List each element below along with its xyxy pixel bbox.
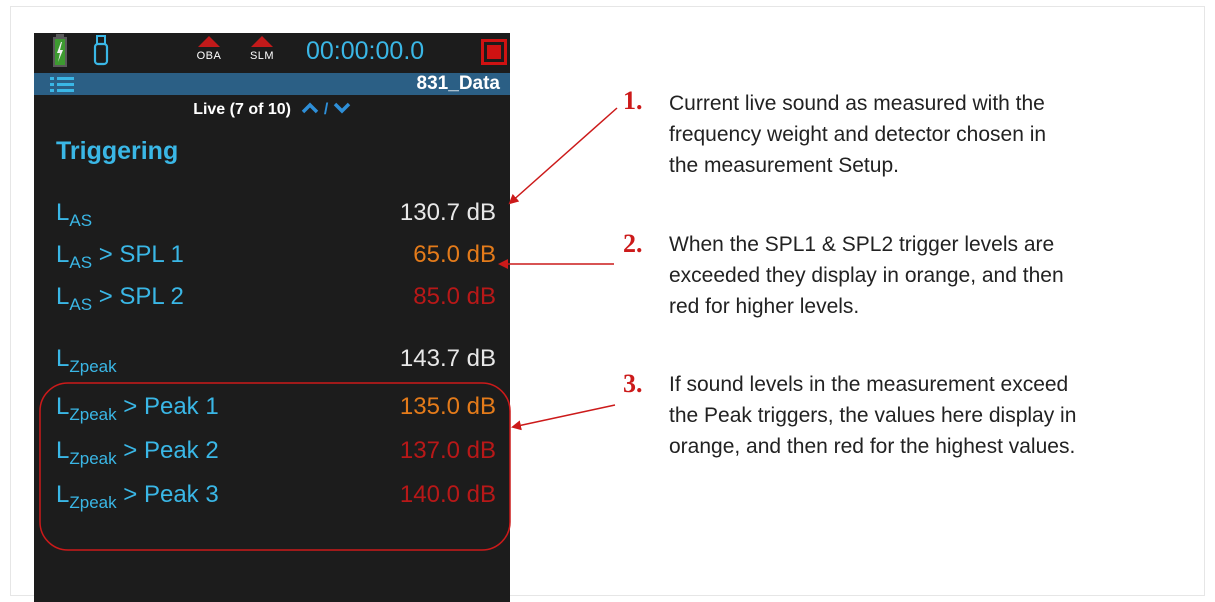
metric-row-lzpeak-peak3: LZpeak > Peak 3 140.0 dB (56, 477, 496, 513)
nav-separator: / (323, 101, 329, 118)
slm-mode-label: SLM (249, 50, 275, 62)
live-page-label: Live (7 of 10) (193, 101, 291, 118)
title-bar: 831_Data (34, 73, 510, 95)
record-stop-icon[interactable] (481, 39, 507, 65)
metric-value: 143.7 dB (399, 345, 496, 372)
slm-mode-icon[interactable]: SLM (243, 36, 281, 70)
metric-row-lzpeak: LZpeak 143.7 dB (56, 341, 496, 377)
callout-3-number: 3. (623, 369, 643, 398)
metric-value: 137.0 dB (399, 437, 496, 464)
callout-3-text: If sound levels in the measurement excee… (669, 373, 1077, 458)
menu-list-icon[interactable] (50, 76, 74, 92)
measurement-timer: 00:00:00.0 (306, 37, 425, 65)
usb-icon (93, 35, 109, 66)
metric-row-lzpeak-peak2: LZpeak > Peak 2 137.0 dB (56, 433, 496, 469)
metric-label: LAS > SPL 2 (56, 283, 184, 314)
oba-mode-label: OBA (196, 50, 222, 62)
metric-label: LAS (56, 199, 93, 230)
metric-value: 135.0 dB (399, 393, 496, 420)
metric-label: LZpeak (56, 345, 117, 376)
callout-1-text: Current live sound as measured with the … (669, 92, 1047, 177)
callout-1-number: 1. (623, 86, 643, 115)
chevron-up-icon[interactable] (301, 99, 319, 121)
metric-row-las: LAS 130.7 dB (56, 195, 496, 231)
metric-row-las-spl1: LAS > SPL 1 65.0 dB (56, 237, 496, 273)
metric-value: 65.0 dB (413, 241, 496, 268)
metric-label: LAS > SPL 1 (56, 241, 184, 272)
chevron-down-icon[interactable] (333, 99, 351, 121)
metric-row-lzpeak-peak1: LZpeak > Peak 1 135.0 dB (56, 389, 496, 425)
battery-icon (53, 37, 67, 67)
callout-2-number: 2. (623, 229, 643, 258)
metric-label: LZpeak > Peak 2 (56, 437, 219, 468)
callout-2-text: When the SPL1 & SPL2 trigger levels are … (669, 233, 1064, 318)
metric-label: LZpeak > Peak 3 (56, 481, 219, 512)
device-screen: OBA SLM 00:00:00.0 831_Data Live (7 of 1… (34, 33, 510, 602)
oba-mode-icon[interactable]: OBA (190, 36, 228, 70)
metric-label: LZpeak > Peak 1 (56, 393, 219, 424)
status-bar: OBA SLM 00:00:00.0 (34, 33, 510, 73)
metric-value: 85.0 dB (413, 283, 496, 310)
metric-value: 140.0 dB (399, 481, 496, 508)
file-title: 831_Data (416, 73, 500, 94)
metric-row-las-spl2: LAS > SPL 2 85.0 dB (56, 279, 496, 315)
metric-value: 130.7 dB (399, 199, 496, 226)
live-page-indicator: Live (7 of 10) / (34, 99, 510, 121)
section-heading: Triggering (56, 137, 179, 165)
